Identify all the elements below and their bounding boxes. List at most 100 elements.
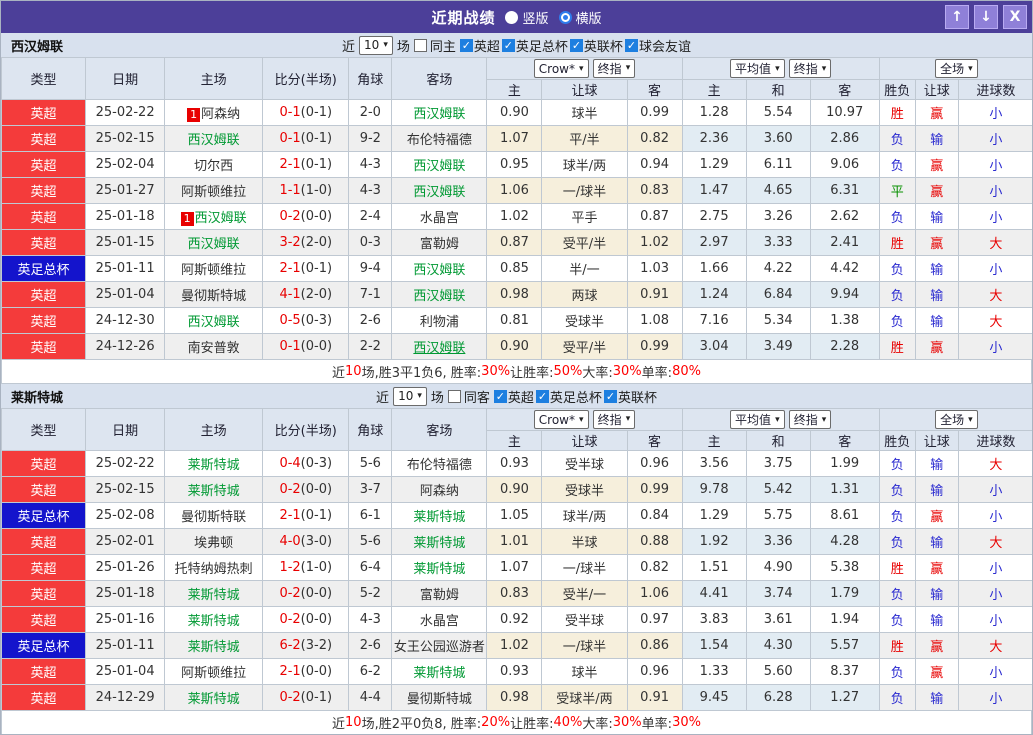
- checkbox-checked-icon[interactable]: ✓: [494, 390, 507, 403]
- away-team-name[interactable]: 莱斯特城: [413, 562, 465, 577]
- match-type-badge: 英超: [2, 178, 86, 204]
- bookmaker-select[interactable]: Crow*▾: [534, 59, 589, 78]
- home-team-cell: 曼彻斯特城: [165, 282, 263, 308]
- summary-line: 近10场,胜3平1负6, 胜率:30% 让胜率:50% 大率:30% 单率:80…: [1, 360, 1032, 384]
- home-team-name[interactable]: 莱斯特城: [188, 640, 240, 655]
- home-team-name: 南安普敦: [188, 341, 240, 356]
- league-filter-checkbox[interactable]: ✓英联杯: [570, 36, 623, 55]
- home-team-name: 托特纳姆热刺: [175, 562, 253, 577]
- checkbox-checked-icon[interactable]: ✓: [570, 39, 583, 52]
- away-team-name[interactable]: 西汉姆联: [413, 263, 465, 278]
- avg-draw: 5.54: [746, 100, 810, 126]
- chevron-down-icon: ▾: [822, 415, 827, 425]
- final-odds-select[interactable]: 终指▾: [789, 410, 832, 429]
- away-team-name[interactable]: 西汉姆联: [413, 289, 465, 304]
- layout-horizontal-radio[interactable]: 横版: [559, 8, 602, 27]
- away-team-name[interactable]: 西汉姆联: [413, 341, 465, 356]
- odds-handicap: 受球半/两: [542, 685, 627, 711]
- away-team-name[interactable]: 莱斯特城: [413, 510, 465, 525]
- radio-selected-icon[interactable]: [559, 11, 572, 24]
- checkbox-unchecked-icon[interactable]: [448, 390, 461, 403]
- score-cell: 0-5(0-3): [263, 308, 349, 334]
- halftime-score: (0-3): [301, 313, 332, 328]
- summary-segment: 20%: [481, 715, 510, 730]
- bookmaker-select[interactable]: Crow*▾: [534, 410, 589, 429]
- home-team-name[interactable]: 西汉姆联: [188, 133, 240, 148]
- away-team-name[interactable]: 西汉姆联: [413, 185, 465, 200]
- home-team-name[interactable]: 莱斯特城: [188, 458, 240, 473]
- radio-unselected-icon[interactable]: [505, 11, 518, 24]
- summary-segment: 30%: [613, 364, 642, 379]
- col-goals: 进球数: [958, 431, 1033, 451]
- checkbox-checked-icon[interactable]: ✓: [604, 390, 617, 403]
- odds-home: 0.90: [487, 334, 542, 360]
- result-win-loss: 负: [879, 308, 915, 334]
- checkbox-checked-icon[interactable]: ✓: [460, 39, 473, 52]
- away-team-name: 富勒姆: [420, 237, 459, 252]
- avg-home: 9.45: [682, 685, 746, 711]
- corner-count: 4-4: [349, 685, 392, 711]
- home-team-name[interactable]: 莱斯特城: [188, 484, 240, 499]
- match-row: 英足总杯25-01-11莱斯特城6-2(3-2)2-6女王公园巡游者1.02一/…: [2, 633, 1033, 659]
- league-filter-checkbox[interactable]: ✓英足总杯: [502, 36, 568, 55]
- home-team-name[interactable]: 莱斯特城: [188, 588, 240, 603]
- halftime-score: (0-0): [301, 482, 332, 497]
- home-team-name[interactable]: 莱斯特城: [188, 614, 240, 629]
- away-team-cell: 布伦特福德: [392, 126, 487, 152]
- scope-select[interactable]: 全场▾: [935, 410, 978, 429]
- final-odds-select[interactable]: 终指▾: [593, 59, 636, 78]
- corner-count: 4-3: [349, 178, 392, 204]
- checkbox-checked-icon[interactable]: ✓: [625, 39, 638, 52]
- away-team-cell: 西汉姆联: [392, 100, 487, 126]
- scope-select[interactable]: 全场▾: [935, 59, 978, 78]
- league-filter-checkbox[interactable]: ✓英联杯: [604, 387, 657, 406]
- final-odds-select[interactable]: 终指▾: [593, 410, 636, 429]
- checkbox-checked-icon[interactable]: ✓: [536, 390, 549, 403]
- league-filter-checkbox[interactable]: ✓球会友谊: [625, 36, 691, 55]
- away-team-name[interactable]: 西汉姆联: [413, 159, 465, 174]
- away-team-name[interactable]: 莱斯特城: [413, 536, 465, 551]
- average-select[interactable]: 平均值▾: [730, 59, 785, 78]
- home-team-name[interactable]: 莱斯特城: [188, 692, 240, 707]
- match-row: 英超25-02-04切尔西2-1(0-1)4-3西汉姆联0.95球半/两0.94…: [2, 152, 1033, 178]
- odds-away: 0.82: [627, 126, 682, 152]
- move-up-button[interactable]: ↑: [945, 5, 969, 29]
- match-date: 25-01-18: [86, 204, 165, 230]
- result-handicap: 赢: [915, 555, 958, 581]
- chevron-down-icon: ▾: [775, 415, 780, 425]
- home-team-name[interactable]: 西汉姆联: [195, 211, 247, 226]
- result-win-loss: 负: [879, 685, 915, 711]
- same-home-checkbox[interactable]: 同主: [414, 36, 456, 55]
- result-win-loss: 负: [879, 152, 915, 178]
- layout-vertical-radio[interactable]: 竖版: [505, 8, 548, 27]
- result-handicap: 赢: [915, 633, 958, 659]
- move-down-button[interactable]: ↓: [974, 5, 998, 29]
- average-select[interactable]: 平均值▾: [730, 410, 785, 429]
- match-count-select[interactable]: 10▾: [393, 387, 427, 406]
- league-filter-checkbox[interactable]: ✓英超: [494, 387, 534, 406]
- home-team-name[interactable]: 西汉姆联: [188, 315, 240, 330]
- checkbox-unchecked-icon[interactable]: [414, 39, 427, 52]
- league-filter-checkbox[interactable]: ✓英足总杯: [536, 387, 602, 406]
- match-count-select[interactable]: 10▾: [359, 36, 393, 55]
- window-title: 近期战绩: [431, 7, 495, 28]
- league-filter-checkbox[interactable]: ✓英超: [460, 36, 500, 55]
- avg-draw: 3.75: [746, 451, 810, 477]
- away-team-name: 曼彻斯特城: [407, 692, 472, 707]
- away-team-name[interactable]: 西汉姆联: [413, 107, 465, 122]
- away-team-name[interactable]: 莱斯特城: [413, 666, 465, 681]
- same-away-checkbox[interactable]: 同客: [448, 387, 490, 406]
- away-team-name: 水晶宫: [420, 614, 459, 629]
- close-button[interactable]: X: [1003, 5, 1027, 29]
- score-cell: 0-4(0-3): [263, 451, 349, 477]
- match-date: 25-01-18: [86, 581, 165, 607]
- result-handicap: 输: [915, 126, 958, 152]
- odds-handicap: 一/球半: [542, 555, 627, 581]
- checkbox-checked-icon[interactable]: ✓: [502, 39, 515, 52]
- home-team-cell: 托特纳姆热刺: [165, 555, 263, 581]
- avg-home: 1.54: [682, 633, 746, 659]
- match-date: 25-02-08: [86, 503, 165, 529]
- odds-away: 0.91: [627, 685, 682, 711]
- final-odds-select[interactable]: 终指▾: [789, 59, 832, 78]
- home-team-name[interactable]: 西汉姆联: [188, 237, 240, 252]
